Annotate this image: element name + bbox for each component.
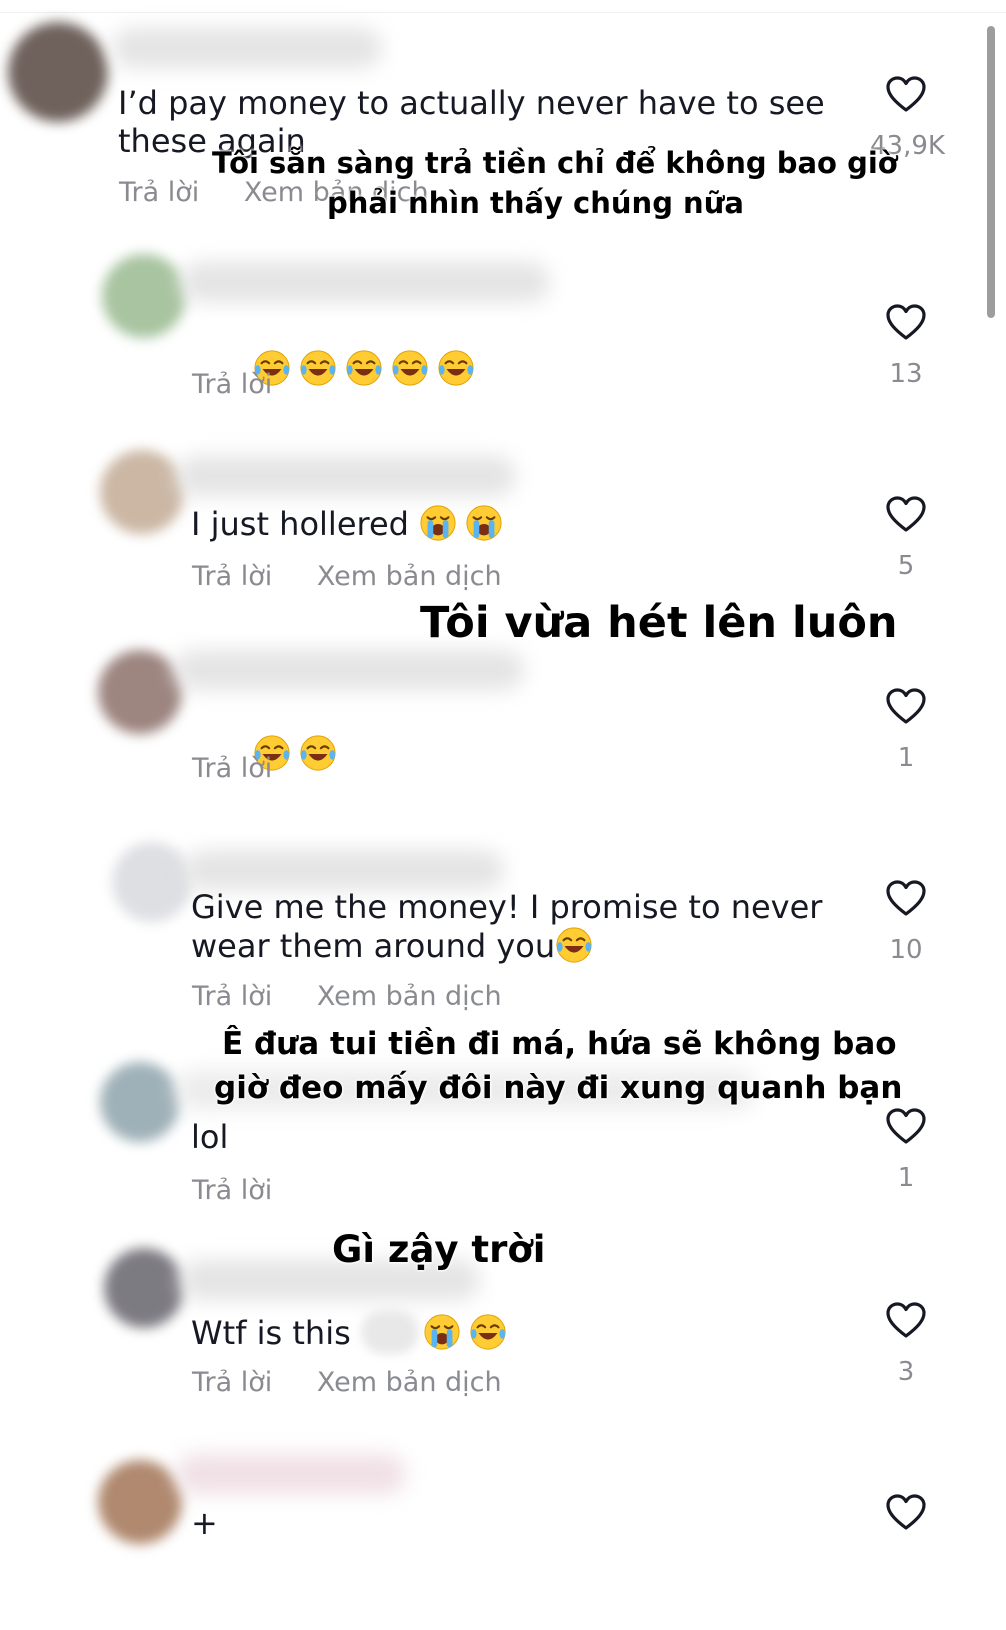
comment-text-content: Give me the money! I promise to never we… (191, 888, 833, 965)
reply-button[interactable]: Trả lời (119, 177, 199, 208)
heart-icon[interactable] (870, 1108, 942, 1146)
reply-button[interactable]: Trả lời (192, 753, 272, 784)
like-count: 10 (889, 935, 923, 965)
comment-text: Wtf is this (191, 1310, 515, 1354)
joy-emoji (345, 349, 383, 387)
username-blurred[interactable] (174, 650, 524, 690)
comment-actions: Trả lời Xem bản dịch (192, 981, 538, 1013)
reply-button[interactable]: Trả lời (192, 369, 272, 400)
like-count: 13 (889, 359, 923, 389)
like-control[interactable]: 13 (870, 304, 942, 390)
avatar[interactable] (100, 450, 184, 534)
translation-line: giờ đeo mấy đôi này đi xung quanh bạn (214, 1070, 903, 1106)
translate-button[interactable]: Xem bản dịch (317, 561, 502, 592)
comment-text-content: lol (191, 1118, 229, 1156)
like-control[interactable] (870, 1494, 942, 1532)
sob-emoji (423, 1313, 461, 1351)
comment-actions: Trả lời Xem bản dịch (192, 1367, 538, 1399)
like-control[interactable]: 5 (870, 496, 942, 582)
avatar[interactable] (102, 254, 186, 338)
comment-actions: Trả lời Xem bản dịch (192, 561, 538, 593)
like-control[interactable]: 3 (870, 1302, 942, 1388)
heart-icon[interactable] (870, 496, 942, 534)
translation-caption: Gì zậy trời (332, 1228, 546, 1271)
translation-caption: Ê đưa tui tiền đi má, hứa sẽ không bao g… (214, 1022, 902, 1110)
heart-icon[interactable] (870, 1302, 942, 1340)
comment-actions: Trả lời (192, 369, 308, 401)
username-blurred[interactable] (176, 456, 516, 496)
heart-icon[interactable] (870, 880, 942, 918)
comments-screen: I’d pay money to actually never have to … (0, 0, 1006, 1630)
joy-emoji (437, 349, 475, 387)
translate-button[interactable]: Xem bản dịch (317, 981, 502, 1012)
heart-icon[interactable] (870, 688, 942, 726)
avatar[interactable] (8, 22, 108, 122)
username-blurred[interactable] (112, 28, 382, 68)
avatar[interactable] (100, 1062, 180, 1142)
reply-button[interactable]: Trả lời (192, 1367, 272, 1398)
comment-text: lol (191, 1118, 228, 1156)
heart-icon[interactable] (870, 1494, 942, 1532)
avatar[interactable] (98, 650, 182, 734)
blurred-mention (360, 1310, 419, 1354)
translation-caption: Tôi sẵn sàng trả tiền chỉ để không bao g… (212, 143, 898, 223)
sob-emoji (465, 504, 503, 542)
comment-text-content: I just hollered (191, 505, 420, 543)
scrollbar[interactable] (987, 26, 995, 318)
like-count: 3 (897, 1357, 915, 1387)
username-blurred[interactable] (184, 850, 504, 890)
translate-button[interactable]: Xem bản dịch (317, 1367, 502, 1398)
joy-emoji (469, 1313, 507, 1351)
comment-text-content: + (191, 1504, 218, 1542)
comment-text: + (191, 1504, 218, 1542)
username-blurred[interactable] (180, 262, 550, 302)
comment-actions: Trả lời (192, 1175, 308, 1207)
reply-button[interactable]: Trả lời (192, 561, 272, 592)
comment-text: I just hollered (191, 504, 511, 543)
avatar[interactable] (104, 1248, 184, 1328)
top-divider (0, 12, 1006, 13)
avatar[interactable] (112, 842, 192, 922)
reply-button[interactable]: Trả lời (192, 981, 272, 1012)
comment-actions: Trả lời (192, 753, 308, 785)
like-count: 1 (897, 1163, 915, 1193)
username-blurred[interactable] (176, 1454, 406, 1494)
comment-text: Give me the money! I promise to never we… (191, 888, 851, 965)
avatar[interactable] (98, 1460, 182, 1544)
translation-line: Tôi sẵn sàng trả tiền chỉ để không bao g… (212, 146, 898, 180)
reply-button[interactable]: Trả lời (192, 1175, 272, 1206)
comment-text-content: Wtf is this (191, 1314, 361, 1352)
translation-line: phải nhìn thấy chúng nữa (327, 186, 744, 220)
heart-icon[interactable] (870, 304, 942, 342)
like-control[interactable]: 1 (870, 1108, 942, 1194)
joy-emoji (391, 349, 429, 387)
like-count: 5 (897, 551, 915, 581)
translation-line: Ê đưa tui tiền đi má, hứa sẽ không bao (222, 1026, 897, 1062)
like-control[interactable]: 10 (870, 880, 942, 966)
like-count: 1 (897, 743, 915, 773)
joy-emoji (555, 926, 593, 964)
heart-icon[interactable] (870, 76, 942, 114)
like-control[interactable]: 1 (870, 688, 942, 774)
sob-emoji (419, 504, 457, 542)
translation-caption: Tôi vừa hét lên luôn (420, 598, 898, 648)
